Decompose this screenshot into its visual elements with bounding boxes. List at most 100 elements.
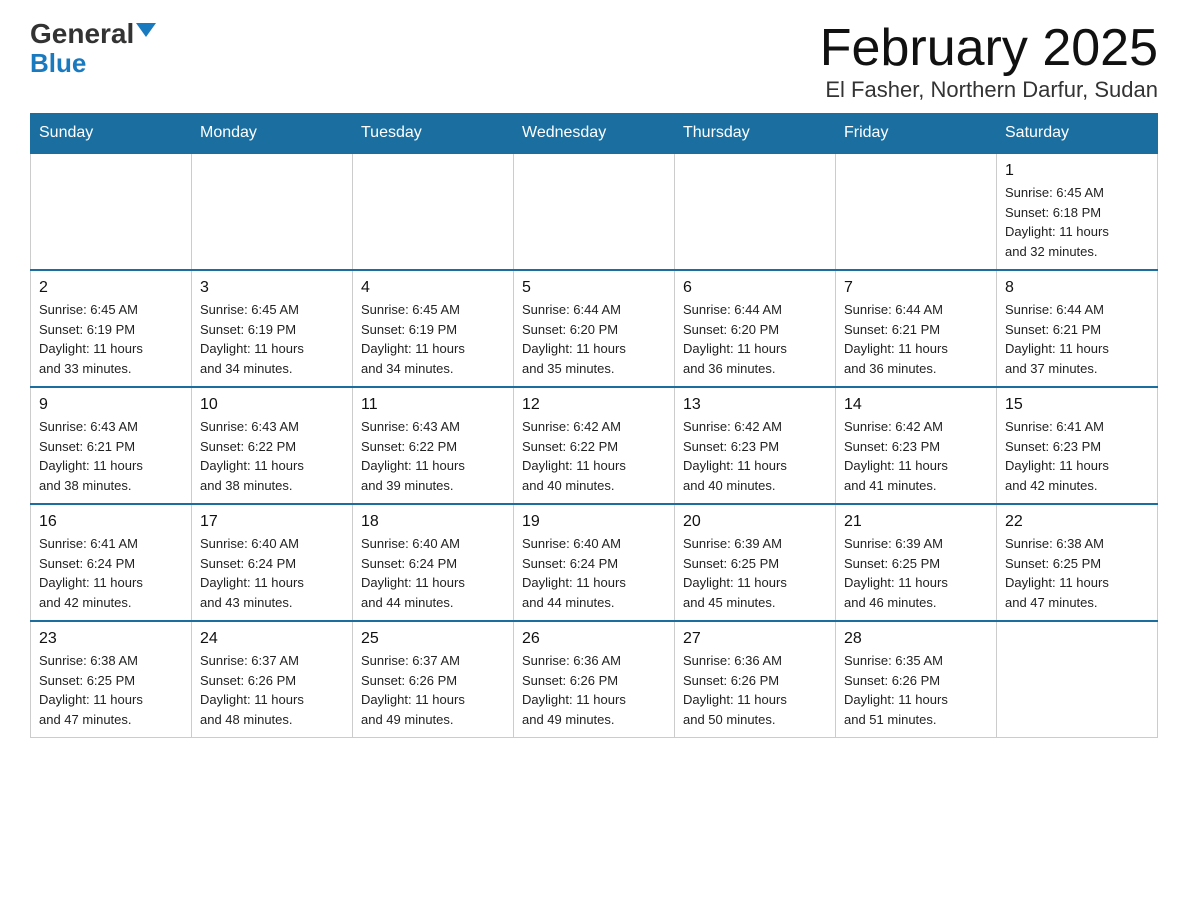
calendar-cell: 28 Sunrise: 6:35 AMSunset: 6:26 PMDayligh… (836, 621, 997, 738)
calendar-cell: 8 Sunrise: 6:44 AMSunset: 6:21 PMDaylight… (997, 270, 1158, 387)
logo-blue: Blue (30, 48, 86, 78)
day-number: 27 (683, 630, 827, 648)
day-info: Sunrise: 6:44 AMSunset: 6:20 PMDaylight:… (522, 300, 666, 378)
calendar-cell (192, 153, 353, 270)
day-number: 10 (200, 396, 344, 414)
day-info: Sunrise: 6:42 AMSunset: 6:23 PMDaylight:… (844, 417, 988, 495)
day-number: 20 (683, 513, 827, 531)
day-number: 16 (39, 513, 183, 531)
calendar-cell: 2 Sunrise: 6:45 AMSunset: 6:19 PMDaylight… (31, 270, 192, 387)
day-number: 9 (39, 396, 183, 414)
calendar-week-4: 16 Sunrise: 6:41 AMSunset: 6:24 PMDayligh… (31, 504, 1158, 621)
calendar-cell: 3 Sunrise: 6:45 AMSunset: 6:19 PMDaylight… (192, 270, 353, 387)
logo-general: General (30, 20, 134, 48)
day-info: Sunrise: 6:36 AMSunset: 6:26 PMDaylight:… (522, 651, 666, 729)
day-header-saturday: Saturday (997, 114, 1158, 154)
day-number: 3 (200, 279, 344, 297)
calendar-cell: 18 Sunrise: 6:40 AMSunset: 6:24 PMDayligh… (353, 504, 514, 621)
day-number: 4 (361, 279, 505, 297)
day-info: Sunrise: 6:38 AMSunset: 6:25 PMDaylight:… (39, 651, 183, 729)
day-info: Sunrise: 6:43 AMSunset: 6:21 PMDaylight:… (39, 417, 183, 495)
day-info: Sunrise: 6:37 AMSunset: 6:26 PMDaylight:… (200, 651, 344, 729)
day-number: 2 (39, 279, 183, 297)
day-number: 19 (522, 513, 666, 531)
day-header-sunday: Sunday (31, 114, 192, 154)
day-info: Sunrise: 6:41 AMSunset: 6:23 PMDaylight:… (1005, 417, 1149, 495)
title-block: February 2025 El Fasher, Northern Darfur… (820, 20, 1158, 103)
calendar-title: February 2025 (820, 20, 1158, 77)
day-info: Sunrise: 6:41 AMSunset: 6:24 PMDaylight:… (39, 534, 183, 612)
day-header-monday: Monday (192, 114, 353, 154)
calendar-cell: 1 Sunrise: 6:45 AMSunset: 6:18 PMDaylight… (997, 153, 1158, 270)
day-number: 1 (1005, 162, 1149, 180)
day-number: 8 (1005, 279, 1149, 297)
calendar-cell: 20 Sunrise: 6:39 AMSunset: 6:25 PMDayligh… (675, 504, 836, 621)
calendar-cell (353, 153, 514, 270)
calendar-cell: 25Sunrise: 6:37 AMSunset: 6:26 PMDayligh… (353, 621, 514, 738)
calendar-cell: 11 Sunrise: 6:43 AMSunset: 6:22 PMDayligh… (353, 387, 514, 504)
day-number: 5 (522, 279, 666, 297)
day-info: Sunrise: 6:40 AMSunset: 6:24 PMDaylight:… (200, 534, 344, 612)
day-number: 7 (844, 279, 988, 297)
calendar-week-5: 23 Sunrise: 6:38 AMSunset: 6:25 PMDayligh… (31, 621, 1158, 738)
calendar-cell: 12Sunrise: 6:42 AMSunset: 6:22 PMDayligh… (514, 387, 675, 504)
calendar-cell (836, 153, 997, 270)
day-number: 23 (39, 630, 183, 648)
day-number: 17 (200, 513, 344, 531)
logo: General Blue (30, 20, 156, 79)
calendar-cell: 6Sunrise: 6:44 AMSunset: 6:20 PMDaylight… (675, 270, 836, 387)
calendar-cell: 14 Sunrise: 6:42 AMSunset: 6:23 PMDayligh… (836, 387, 997, 504)
day-info: Sunrise: 6:44 AMSunset: 6:21 PMDaylight:… (1005, 300, 1149, 378)
calendar-week-2: 2 Sunrise: 6:45 AMSunset: 6:19 PMDaylight… (31, 270, 1158, 387)
calendar-cell: 19 Sunrise: 6:40 AMSunset: 6:24 PMDayligh… (514, 504, 675, 621)
day-info: Sunrise: 6:45 AMSunset: 6:19 PMDaylight:… (200, 300, 344, 378)
calendar-cell: 23 Sunrise: 6:38 AMSunset: 6:25 PMDayligh… (31, 621, 192, 738)
calendar-cell: 9 Sunrise: 6:43 AMSunset: 6:21 PMDaylight… (31, 387, 192, 504)
day-info: Sunrise: 6:35 AMSunset: 6:26 PMDaylight:… (844, 651, 988, 729)
day-number: 22 (1005, 513, 1149, 531)
calendar-cell: 22 Sunrise: 6:38 AMSunset: 6:25 PMDayligh… (997, 504, 1158, 621)
day-number: 28 (844, 630, 988, 648)
calendar-cell: 10 Sunrise: 6:43 AMSunset: 6:22 PMDayligh… (192, 387, 353, 504)
calendar-cell: 15 Sunrise: 6:41 AMSunset: 6:23 PMDayligh… (997, 387, 1158, 504)
day-info: Sunrise: 6:39 AMSunset: 6:25 PMDaylight:… (844, 534, 988, 612)
calendar-cell: 17 Sunrise: 6:40 AMSunset: 6:24 PMDayligh… (192, 504, 353, 621)
calendar-header-row: SundayMondayTuesdayWednesdayThursdayFrid… (31, 114, 1158, 154)
calendar-cell: 5 Sunrise: 6:44 AMSunset: 6:20 PMDaylight… (514, 270, 675, 387)
calendar-cell: 16 Sunrise: 6:41 AMSunset: 6:24 PMDayligh… (31, 504, 192, 621)
day-header-thursday: Thursday (675, 114, 836, 154)
calendar-cell (675, 153, 836, 270)
day-info: Sunrise: 6:40 AMSunset: 6:24 PMDaylight:… (361, 534, 505, 612)
calendar-cell (997, 621, 1158, 738)
day-info: Sunrise: 6:45 AMSunset: 6:18 PMDaylight:… (1005, 183, 1149, 261)
calendar-cell: 26Sunrise: 6:36 AMSunset: 6:26 PMDayligh… (514, 621, 675, 738)
calendar-cell (514, 153, 675, 270)
day-number: 11 (361, 396, 505, 414)
day-header-wednesday: Wednesday (514, 114, 675, 154)
calendar-cell: 27 Sunrise: 6:36 AMSunset: 6:26 PMDayligh… (675, 621, 836, 738)
day-info: Sunrise: 6:44 AMSunset: 6:20 PMDaylight:… (683, 300, 827, 378)
day-info: Sunrise: 6:43 AMSunset: 6:22 PMDaylight:… (200, 417, 344, 495)
logo-triangle-icon (136, 23, 156, 37)
day-header-friday: Friday (836, 114, 997, 154)
day-info: Sunrise: 6:43 AMSunset: 6:22 PMDaylight:… (361, 417, 505, 495)
day-info: Sunrise: 6:36 AMSunset: 6:26 PMDaylight:… (683, 651, 827, 729)
day-number: 18 (361, 513, 505, 531)
day-info: Sunrise: 6:45 AMSunset: 6:19 PMDaylight:… (39, 300, 183, 378)
day-number: 12 (522, 396, 666, 414)
calendar-cell (31, 153, 192, 270)
calendar-cell: 13 Sunrise: 6:42 AMSunset: 6:23 PMDayligh… (675, 387, 836, 504)
calendar-table: SundayMondayTuesdayWednesdayThursdayFrid… (30, 113, 1158, 738)
day-number: 21 (844, 513, 988, 531)
day-info: Sunrise: 6:38 AMSunset: 6:25 PMDaylight:… (1005, 534, 1149, 612)
day-info: Sunrise: 6:42 AMSunset: 6:23 PMDaylight:… (683, 417, 827, 495)
day-info: Sunrise: 6:37 AMSunset: 6:26 PMDaylight:… (361, 651, 505, 729)
day-number: 14 (844, 396, 988, 414)
day-header-tuesday: Tuesday (353, 114, 514, 154)
day-info: Sunrise: 6:40 AMSunset: 6:24 PMDaylight:… (522, 534, 666, 612)
day-number: 13 (683, 396, 827, 414)
day-number: 15 (1005, 396, 1149, 414)
calendar-cell: 4Sunrise: 6:45 AMSunset: 6:19 PMDaylight… (353, 270, 514, 387)
day-info: Sunrise: 6:39 AMSunset: 6:25 PMDaylight:… (683, 534, 827, 612)
calendar-subtitle: El Fasher, Northern Darfur, Sudan (820, 77, 1158, 103)
